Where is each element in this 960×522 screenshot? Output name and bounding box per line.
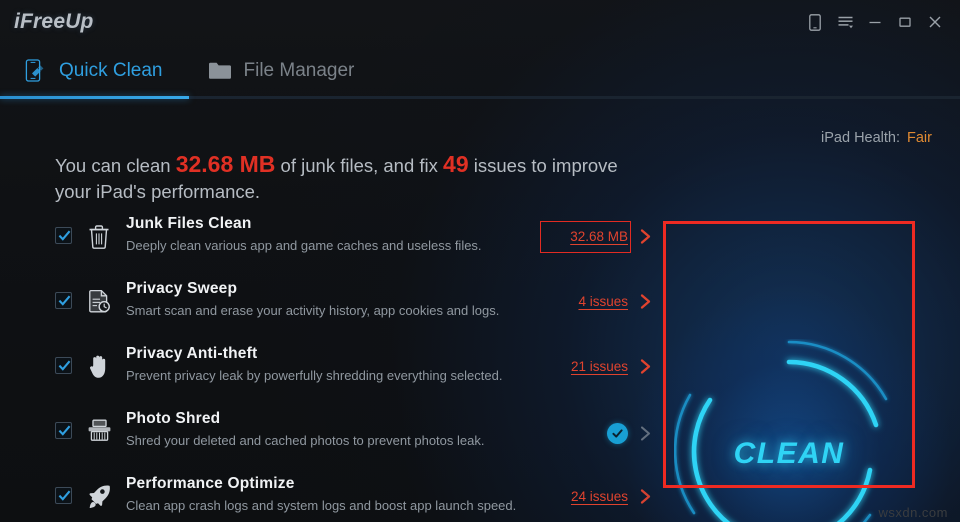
rocket-icon: [82, 479, 116, 513]
item-text: Junk Files Clean Deeply clean various ap…: [126, 215, 482, 253]
item-title: Privacy Anti-theft: [126, 345, 258, 362]
document-clock-icon: [82, 284, 116, 318]
shredder-icon: [82, 414, 116, 448]
item-checkbox[interactable]: [55, 357, 72, 374]
clean-item-list: Junk Files Clean Deeply clean various ap…: [52, 211, 652, 522]
health-label: iPad Health:: [821, 130, 901, 146]
clean-button-label: CLEAN: [733, 436, 845, 470]
window-controls: [800, 7, 960, 37]
chevron-right-icon[interactable]: [639, 228, 652, 245]
main-content: iPad Health: Fair You can clean 32.68 MB …: [0, 99, 960, 522]
item-value-label[interactable]: 32.68 MB: [570, 229, 628, 244]
close-icon[interactable]: [920, 7, 950, 37]
trash-icon: [82, 219, 116, 253]
item-checkbox[interactable]: [55, 292, 72, 309]
tab-label: File Manager: [243, 60, 355, 81]
item-checkbox[interactable]: [55, 487, 72, 504]
tab-quick-clean[interactable]: Quick Clean: [0, 44, 185, 98]
clean-button[interactable]: CLEAN: [623, 280, 955, 522]
app-window: iFreeUp Quick Clean File Manager iPad He…: [0, 0, 960, 522]
menu-icon[interactable]: [830, 7, 860, 37]
item-description: Smart scan and erase your activity histo…: [126, 303, 500, 318]
list-item[interactable]: Junk Files Clean Deeply clean various ap…: [52, 211, 652, 276]
maximize-icon[interactable]: [890, 7, 920, 37]
app-title: iFreeUp: [14, 10, 94, 33]
list-item[interactable]: Privacy Anti-theft Prevent privacy leak …: [52, 341, 652, 406]
item-title: Performance Optimize: [126, 475, 295, 492]
phone-brush-icon: [22, 58, 48, 84]
hand-icon: [82, 349, 116, 383]
item-checkbox[interactable]: [55, 422, 72, 439]
tab-label: Quick Clean: [59, 60, 163, 81]
item-value[interactable]: 32.68 MB: [570, 228, 652, 245]
item-text: Performance Optimize Clean app crash log…: [126, 475, 516, 513]
item-value-label[interactable]: 21 issues: [571, 359, 628, 374]
headline-part2: of junk files, and fix: [275, 155, 444, 176]
item-title: Privacy Sweep: [126, 280, 238, 297]
tab-file-manager[interactable]: File Manager: [185, 44, 377, 98]
item-title: Photo Shred: [126, 410, 221, 427]
item-value-label[interactable]: 4 issues: [578, 294, 628, 309]
list-item[interactable]: Performance Optimize Clean app crash log…: [52, 471, 652, 522]
device-icon[interactable]: [800, 7, 830, 37]
item-description: Clean app crash logs and system logs and…: [126, 498, 517, 513]
item-title: Junk Files Clean: [126, 215, 252, 232]
headline: You can clean 32.68 MB of junk files, an…: [55, 151, 655, 205]
tab-bar: Quick Clean File Manager: [0, 44, 960, 98]
item-text: Privacy Anti-theft Prevent privacy leak …: [126, 345, 502, 383]
headline-issues: 49: [443, 151, 469, 177]
list-item[interactable]: Photo Shred Shred your deleted and cache…: [52, 406, 652, 471]
item-description: Deeply clean various app and game caches…: [126, 238, 482, 253]
item-description: Prevent privacy leak by powerfully shred…: [126, 368, 503, 383]
folder-icon: [207, 58, 233, 84]
watermark: wsxdn.com: [878, 505, 948, 520]
title-bar: iFreeUp: [0, 0, 960, 44]
item-text: Privacy Sweep Smart scan and erase your …: [126, 280, 499, 318]
item-description: Shred your deleted and cached photos to …: [126, 433, 485, 448]
list-item[interactable]: Privacy Sweep Smart scan and erase your …: [52, 276, 652, 341]
item-value-label[interactable]: 24 issues: [571, 489, 628, 504]
health-value: Fair: [907, 130, 932, 146]
headline-size: 32.68 MB: [175, 151, 276, 177]
headline-part1: You can clean: [55, 155, 176, 176]
item-text: Photo Shred Shred your deleted and cache…: [126, 410, 484, 448]
health-status: iPad Health: Fair: [821, 130, 932, 146]
minimize-icon[interactable]: [860, 7, 890, 37]
clean-button-rings: [674, 340, 888, 522]
item-checkbox[interactable]: [55, 227, 72, 244]
